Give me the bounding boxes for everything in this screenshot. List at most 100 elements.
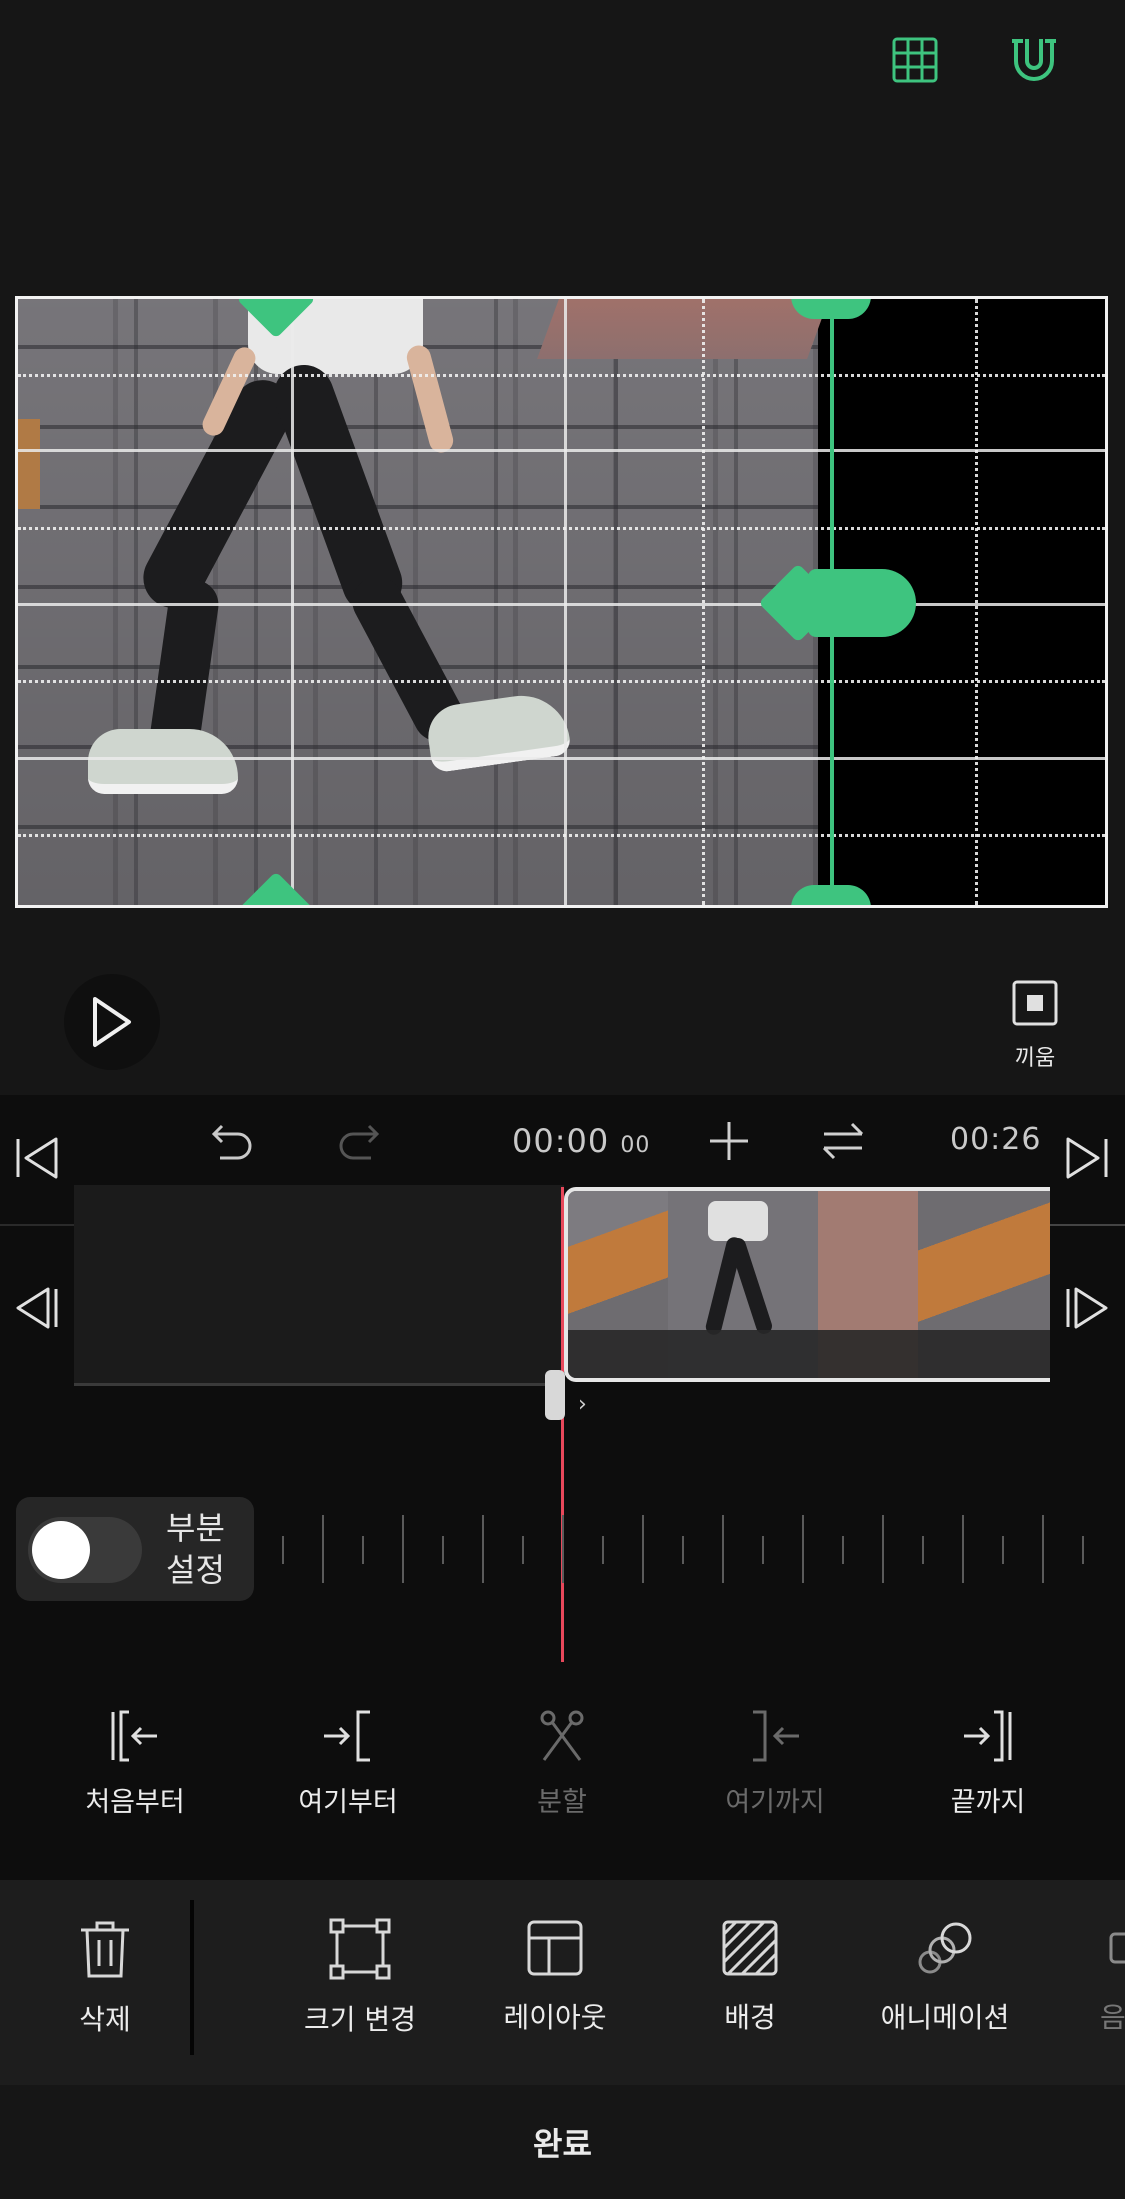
- video-preview[interactable]: [15, 296, 1108, 908]
- trim-tool-label: 끝까지: [950, 1787, 1026, 1818]
- swap-arrows-icon: [822, 1122, 864, 1160]
- trim-from-start-button[interactable]: 처음부터: [55, 1708, 215, 1819]
- crop-handle-bottom[interactable]: [791, 885, 871, 905]
- resize-button[interactable]: 크기 변경: [275, 1918, 445, 2038]
- trim-tool-label: 분할: [537, 1787, 587, 1818]
- toolbar-label: 레이아웃: [503, 2001, 607, 2034]
- ruler-tick: [602, 1536, 604, 1564]
- crop-handle-top[interactable]: [791, 299, 871, 319]
- clip-trim-handle[interactable]: [545, 1370, 565, 1420]
- ruler-tick: [282, 1536, 284, 1564]
- toolbar-label: 애니메이션: [880, 2001, 1010, 2034]
- current-time: 00:00 00: [512, 1122, 650, 1160]
- audio-icon: [1109, 1932, 1125, 1964]
- undo-icon: [211, 1124, 252, 1160]
- animation-button[interactable]: 애니메이션: [860, 1918, 1030, 2036]
- playhead[interactable]: [561, 1187, 564, 1662]
- toolbar-label: 음: [1100, 2001, 1125, 2034]
- toolbar-divider: [190, 1900, 194, 2055]
- animation-icon: [918, 1922, 972, 1974]
- magnet-icon: [1012, 39, 1056, 81]
- prev-frame-icon: [16, 1287, 58, 1329]
- plus-icon: [710, 1122, 748, 1160]
- ruler-tick: [362, 1536, 364, 1564]
- fit-frame-icon: [1012, 980, 1058, 1026]
- background-icon: [722, 1920, 778, 1976]
- redo-icon: [339, 1124, 380, 1160]
- partial-label-line1: 부분: [166, 1509, 225, 1547]
- ruler-tick: [802, 1515, 804, 1583]
- split-scissors-icon: [540, 1710, 584, 1761]
- partial-label-line2: 설정: [166, 1551, 225, 1589]
- partial-setting-toggle[interactable]: [28, 1517, 142, 1583]
- ruler-tick: [962, 1515, 964, 1583]
- trim-from-here-button[interactable]: 여기부터: [268, 1708, 428, 1819]
- split-button: 분할: [482, 1708, 642, 1819]
- swap-button[interactable]: [820, 1118, 866, 1168]
- ruler-tick: [522, 1536, 524, 1564]
- ruler-tick: [442, 1536, 444, 1564]
- play-button[interactable]: [64, 974, 160, 1070]
- trim-tool-label: 처음부터: [85, 1787, 185, 1818]
- redo-button[interactable]: [335, 1118, 381, 1168]
- video-clip[interactable]: [564, 1187, 1050, 1382]
- audio-button[interactable]: 음: [1060, 1918, 1125, 2036]
- ruler-tick: [642, 1515, 644, 1583]
- ruler-tick: [482, 1515, 484, 1583]
- clip-audio-strip: [568, 1330, 1050, 1378]
- trim-to-end-icon: [964, 1710, 1012, 1762]
- toggle-knob: [32, 1521, 90, 1579]
- timeline-divider: [0, 1224, 74, 1226]
- video-frame-image: [18, 299, 829, 905]
- ruler-tick: [922, 1536, 924, 1564]
- current-time-value: 00:00: [512, 1122, 610, 1160]
- ruler-tick: [682, 1536, 684, 1564]
- partial-setting-label: 부분 설정: [166, 1507, 225, 1591]
- grid-icon: [892, 37, 938, 83]
- delete-button[interactable]: 삭제: [20, 1918, 190, 2038]
- add-clip-button[interactable]: [706, 1118, 752, 1168]
- layout-icon: [527, 1920, 583, 1976]
- magnet-snap-button[interactable]: [1004, 30, 1064, 90]
- current-time-frames: 00: [620, 1133, 651, 1158]
- partial-setting[interactable]: 부분 설정: [16, 1497, 254, 1601]
- go-to-end-button[interactable]: [1064, 1135, 1110, 1185]
- ruler-tick: [322, 1515, 324, 1583]
- ruler-tick: [882, 1515, 884, 1583]
- chevron-right-icon: ›: [578, 1392, 587, 1417]
- trim-to-here-icon: [753, 1710, 799, 1762]
- total-time: 00:26: [950, 1122, 1042, 1157]
- ruler-tick: [842, 1536, 844, 1564]
- undo-button[interactable]: [210, 1118, 256, 1168]
- ruler-tick: [1042, 1515, 1044, 1583]
- go-to-start-button[interactable]: [14, 1135, 60, 1185]
- trim-from-start-icon: [111, 1710, 157, 1762]
- skip-end-icon: [1066, 1137, 1108, 1179]
- background-button[interactable]: 배경: [665, 1918, 835, 2036]
- prev-frame-button[interactable]: [14, 1285, 60, 1335]
- next-frame-button[interactable]: [1064, 1285, 1110, 1335]
- fit-label: 끼움: [1014, 1046, 1056, 1071]
- trash-icon: [81, 1921, 129, 1978]
- done-button[interactable]: 완료: [0, 2085, 1125, 2199]
- ruler-tick: [402, 1515, 404, 1583]
- fit-button[interactable]: 끼움: [1000, 980, 1070, 1072]
- trim-to-end-button[interactable]: 끝까지: [908, 1708, 1068, 1819]
- ruler-tick: [562, 1515, 564, 1583]
- ruler-tick: [1082, 1536, 1084, 1564]
- grid-toggle-button[interactable]: [885, 30, 945, 90]
- layout-button[interactable]: 레이아웃: [470, 1918, 640, 2036]
- done-label: 완료: [533, 2125, 592, 2163]
- ruler-tick: [722, 1515, 724, 1583]
- toolbar-label: 크기 변경: [304, 2003, 416, 2036]
- ruler-tick: [762, 1536, 764, 1564]
- toolbar-label: 배경: [724, 2001, 776, 2034]
- trim-from-here-icon: [324, 1710, 370, 1762]
- trim-tool-label: 여기부터: [298, 1787, 398, 1818]
- resize-icon: [329, 1918, 391, 1980]
- timeline-empty-area: [74, 1185, 564, 1386]
- trim-to-here-button: 여기까지: [695, 1708, 855, 1819]
- next-frame-icon: [1066, 1287, 1108, 1329]
- toolbar-label: 삭제: [79, 2003, 131, 2036]
- timeline-divider-right: [1050, 1224, 1125, 1226]
